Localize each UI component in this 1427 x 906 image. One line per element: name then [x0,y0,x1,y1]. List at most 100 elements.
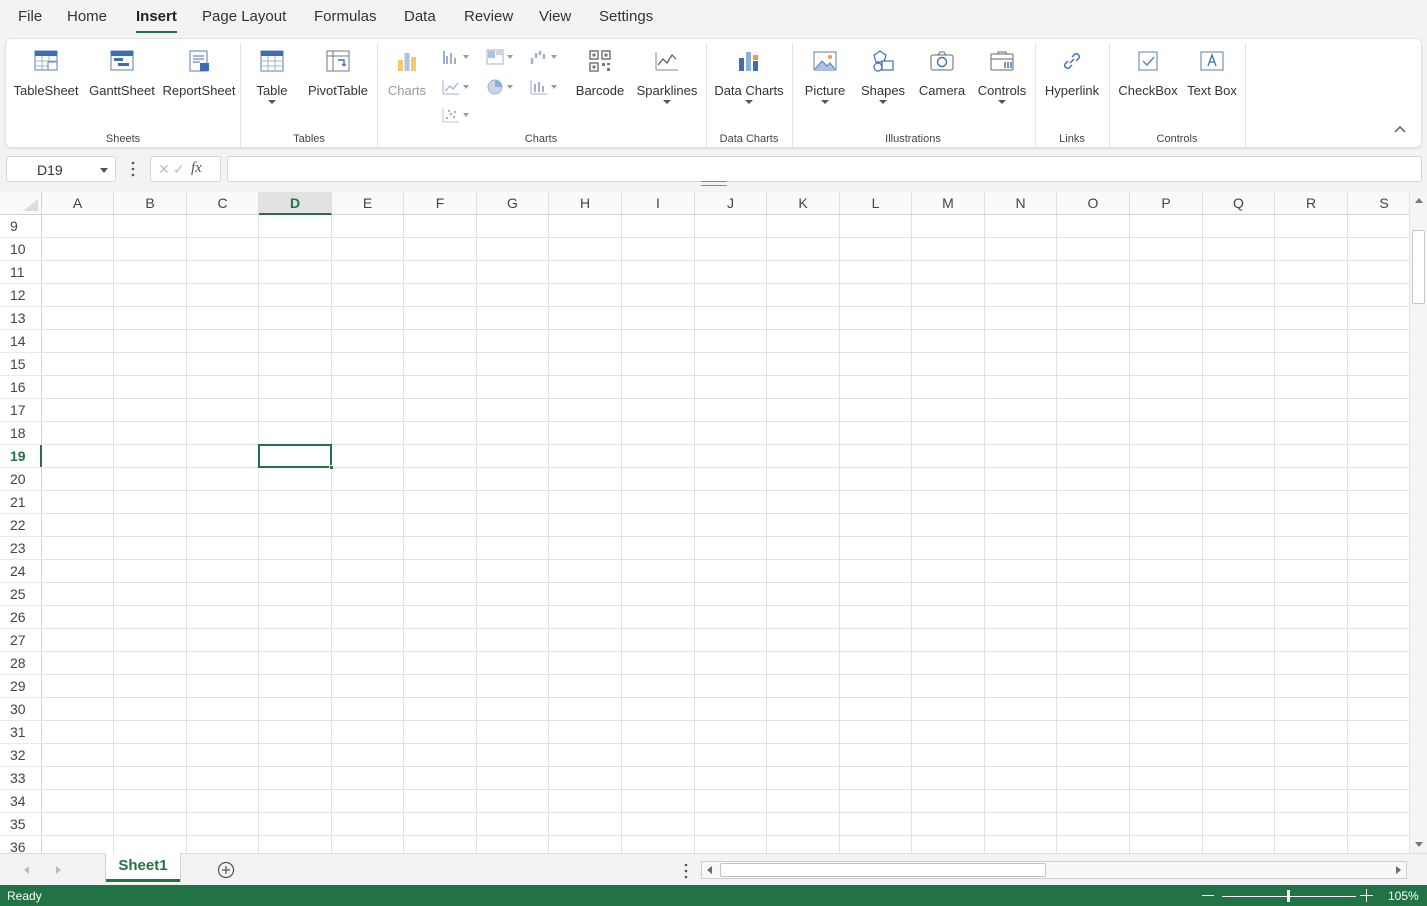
column-header[interactable]: D [259,192,332,215]
line-chart-button[interactable] [442,79,469,95]
row-header[interactable]: 20 [0,468,42,491]
row-header[interactable]: 34 [0,790,42,813]
formula-input[interactable] [227,156,1422,182]
column-header[interactable]: G [477,192,549,215]
zoom-in-icon[interactable] [1360,889,1373,902]
column-header[interactable]: K [767,192,840,215]
column-header[interactable]: M [912,192,985,215]
row-header[interactable]: 24 [0,560,42,583]
camera-button[interactable]: Camera [916,45,968,125]
row-header[interactable]: 19 [0,445,42,468]
controls-button[interactable]: Controls [974,45,1030,125]
menu-view[interactable]: View [539,8,571,25]
column-header[interactable]: O [1057,192,1130,215]
row-header[interactable]: 22 [0,514,42,537]
resize-handle[interactable] [701,181,727,186]
stock-chart-button[interactable] [530,79,557,95]
select-all-corner[interactable] [0,192,42,215]
row-header[interactable]: 36 [0,836,42,853]
scroll-left-icon[interactable] [707,866,712,874]
column-header[interactable]: J [695,192,767,215]
row-header[interactable]: 17 [0,399,42,422]
shapes-button[interactable]: Shapes [858,45,908,125]
column-header[interactable]: F [404,192,477,215]
scatter-chart-button[interactable] [442,107,469,123]
row-header[interactable]: 28 [0,652,42,675]
checkbox-button[interactable]: CheckBox [1116,45,1180,125]
row-header[interactable]: 14 [0,330,42,353]
picture-button[interactable]: Picture [800,45,850,125]
sheet-tab[interactable]: Sheet1 [105,853,181,882]
column-header[interactable]: E [332,192,404,215]
vertical-scrollbar[interactable] [1409,192,1427,853]
menu-page-layout[interactable]: Page Layout [202,8,286,25]
waterfall-chart-button[interactable] [530,49,557,65]
row-header[interactable]: 9 [0,215,42,238]
scroll-up-icon[interactable] [1415,198,1423,203]
pie-chart-button[interactable] [486,79,513,95]
column-header[interactable]: Q [1203,192,1275,215]
row-header[interactable]: 30 [0,698,42,721]
column-header[interactable]: S [1348,192,1409,215]
tablesheet-button[interactable]: TableSheet [13,45,79,125]
row-header[interactable]: 31 [0,721,42,744]
hierarchy-chart-button[interactable] [486,49,513,65]
column-header[interactable]: H [549,192,622,215]
row-header[interactable]: 21 [0,491,42,514]
row-header[interactable]: 10 [0,238,42,261]
row-header[interactable]: 27 [0,629,42,652]
row-header[interactable]: 32 [0,744,42,767]
add-sheet-icon[interactable] [217,861,235,879]
row-header[interactable]: 18 [0,422,42,445]
fill-handle[interactable] [329,465,334,470]
name-box[interactable]: D19 [6,156,116,182]
column-header[interactable]: R [1275,192,1348,215]
barcode-button[interactable]: Barcode [575,45,625,125]
collapse-ribbon-icon[interactable] [1393,123,1407,137]
vertical-scroll-thumb[interactable] [1412,230,1425,304]
more-vertical-icon[interactable] [684,863,688,879]
previous-sheet-icon[interactable] [24,866,29,874]
next-sheet-icon[interactable] [56,866,61,874]
charts-button[interactable]: Charts [386,45,428,125]
ganttsheet-button[interactable]: GanttSheet [89,45,155,125]
horizontal-scroll-thumb[interactable] [720,863,1046,877]
menu-formulas[interactable]: Formulas [314,8,377,25]
table-button[interactable]: Table [252,45,292,125]
cancel-icon[interactable]: ✕ [158,161,170,178]
zoom-slider-thumb[interactable] [1287,890,1290,902]
scroll-right-icon[interactable] [1396,866,1401,874]
menu-file[interactable]: File [18,8,42,25]
scroll-down-icon[interactable] [1415,842,1423,847]
reportsheet-button[interactable]: ReportSheet [163,45,236,125]
sparklines-button[interactable]: Sparklines [634,45,700,125]
row-header[interactable]: 33 [0,767,42,790]
data-charts-button[interactable]: Data Charts [712,45,786,125]
more-vertical-icon[interactable] [131,161,135,177]
row-header[interactable]: 29 [0,675,42,698]
column-header[interactable]: C [187,192,259,215]
menu-review[interactable]: Review [464,8,513,25]
column-header[interactable]: I [622,192,695,215]
confirm-icon[interactable]: ✓ [173,161,185,178]
menu-settings[interactable]: Settings [599,8,653,25]
hyperlink-button[interactable]: Hyperlink [1042,45,1102,125]
pivottable-button[interactable]: PivotTable [306,45,370,125]
row-header[interactable]: 11 [0,261,42,284]
horizontal-scrollbar[interactable] [701,861,1407,879]
column-header[interactable]: P [1130,192,1203,215]
active-cell[interactable] [258,444,334,470]
menu-insert[interactable]: Insert [136,8,177,33]
row-header[interactable]: 12 [0,284,42,307]
spreadsheet-grid[interactable]: A B C D E F G H I J K L M N O P Q R S 9 10 11 12 13 14 15 16 17 18 19… [0,192,1409,853]
text-box-button[interactable]: Text Box [1184,45,1240,125]
row-header[interactable]: 26 [0,606,42,629]
column-chart-button[interactable] [442,49,469,65]
column-header[interactable]: L [840,192,912,215]
column-header[interactable]: A [42,192,114,215]
zoom-out-icon[interactable] [1202,895,1214,896]
menu-home[interactable]: Home [67,8,107,25]
row-header[interactable]: 15 [0,353,42,376]
insert-function-button[interactable]: fx [191,160,202,177]
row-header[interactable]: 16 [0,376,42,399]
